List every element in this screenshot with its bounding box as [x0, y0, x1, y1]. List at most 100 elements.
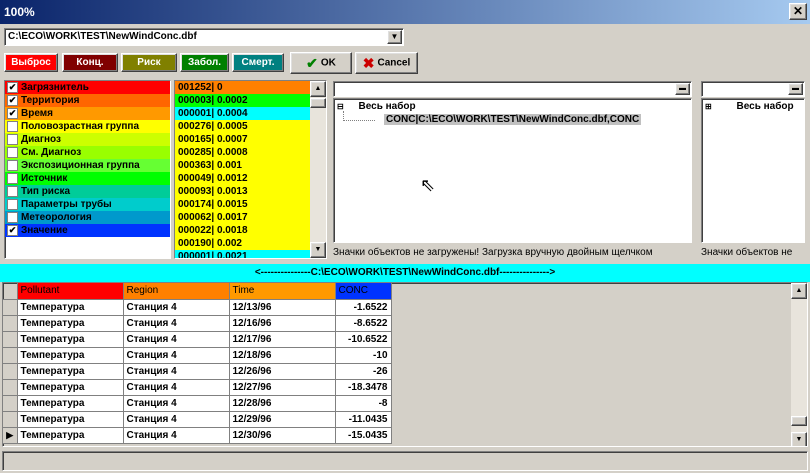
list-item[interactable]: 001252| 0 [175, 81, 311, 94]
list-item[interactable]: 000363| 0.001 [175, 159, 311, 172]
row-indicator[interactable]: ▶ [3, 427, 18, 444]
column-header[interactable]: CONC [335, 283, 392, 300]
table-row[interactable]: Температура Станция 4 12/13/96 -1.6522 [3, 299, 392, 316]
list-item[interactable]: Экспозиционная группа [5, 159, 170, 172]
checkbox[interactable]: ✔ [7, 95, 18, 106]
table-cell[interactable]: Температура [17, 427, 124, 444]
chevron-down-icon[interactable]: ▬ [675, 83, 690, 95]
file-path-combo[interactable]: C:\ECO\WORK\TEST\NewWindConc.dbf ▼ [4, 28, 404, 46]
list-item[interactable]: ✔ Загрязнитель [5, 81, 170, 94]
table-row[interactable]: Температура Станция 4 12/29/96 -11.0435 [3, 411, 392, 428]
list-item[interactable]: Параметры трубы [5, 198, 170, 211]
table-row[interactable]: Температура Станция 4 12/16/96 -8.6522 [3, 315, 392, 332]
scroll-down-icon[interactable]: ▼ [310, 242, 326, 258]
tree-root-node[interactable]: ⊟ Весь набор [337, 101, 416, 112]
table-row[interactable]: Температура Станция 4 12/18/96 -10 [3, 347, 392, 364]
table-row[interactable]: Температура Станция 4 12/27/96 -18.3478 [3, 379, 392, 396]
table-cell[interactable]: Станция 4 [123, 379, 230, 396]
table-cell[interactable]: Температура [17, 347, 124, 364]
tree2-root-node[interactable]: ⊞ Весь набор [705, 101, 794, 112]
table-cell[interactable]: Станция 4 [123, 315, 230, 332]
table-cell[interactable]: -8.6522 [335, 315, 392, 332]
checkbox[interactable] [7, 160, 18, 171]
toolbar-button[interactable]: Смерт. [232, 53, 284, 72]
row-indicator[interactable] [3, 347, 18, 364]
table-cell[interactable]: Температура [17, 299, 124, 316]
table-cell[interactable]: Станция 4 [123, 411, 230, 428]
table-row[interactable]: Температура Станция 4 12/28/96 -8 [3, 395, 392, 412]
checkbox[interactable] [7, 212, 18, 223]
row-indicator[interactable] [3, 395, 18, 412]
list-item[interactable]: Метеорология [5, 211, 170, 224]
chevron-down-icon[interactable]: ▬ [788, 83, 803, 95]
table-cell[interactable]: -26 [335, 363, 392, 380]
table-row[interactable]: Температура Станция 4 12/26/96 -26 [3, 363, 392, 380]
row-indicator[interactable] [3, 299, 18, 316]
grid-scrollbar[interactable]: ▲ ▼ [791, 283, 807, 446]
table-row[interactable]: Температура Станция 4 12/17/96 -10.6522 [3, 331, 392, 348]
collapse-icon[interactable]: ⊟ [337, 102, 344, 111]
table-cell[interactable]: Станция 4 [123, 331, 230, 348]
table-cell[interactable]: 12/26/96 [229, 363, 336, 380]
table-cell[interactable]: 12/28/96 [229, 395, 336, 412]
table-cell[interactable]: Температура [17, 315, 124, 332]
tree2-filter-combo[interactable]: ▬ [701, 81, 805, 97]
cancel-button[interactable]: ✖ Cancel [355, 52, 418, 74]
list-item[interactable]: ✔ Время [5, 107, 170, 120]
column-header[interactable]: Region [123, 283, 230, 300]
table-cell[interactable]: 12/13/96 [229, 299, 336, 316]
table-cell[interactable]: -1.6522 [335, 299, 392, 316]
table-cell[interactable]: Станция 4 [123, 395, 230, 412]
row-indicator[interactable] [3, 331, 18, 348]
tree-view[interactable]: ⊟ Весь набор CONC|C:\ECO\WORK\TEST\NewWi… [333, 98, 692, 243]
list-item[interactable]: Тип риска [5, 185, 170, 198]
scroll-up-icon[interactable]: ▲ [310, 81, 326, 97]
table-cell[interactable]: 12/27/96 [229, 379, 336, 396]
checkbox[interactable]: ✔ [7, 108, 18, 119]
tree2-view[interactable]: ⊞ Весь набор [701, 98, 805, 243]
list-item[interactable]: Источник [5, 172, 170, 185]
table-cell[interactable]: Станция 4 [123, 363, 230, 380]
table-cell[interactable]: -15.0435 [335, 427, 392, 444]
scroll-down-icon[interactable]: ▼ [791, 432, 807, 446]
list-item[interactable]: 000276| 0.0005 [175, 120, 311, 133]
table-cell[interactable]: Температура [17, 379, 124, 396]
list-item[interactable]: 000285| 0.0008 [175, 146, 311, 159]
column-header[interactable]: Pollutant [17, 283, 124, 300]
toolbar-button[interactable]: Забол. [180, 53, 229, 72]
checkbox[interactable]: ✔ [7, 82, 18, 93]
row-indicator[interactable] [3, 411, 18, 428]
checkbox[interactable] [7, 121, 18, 132]
table-cell[interactable]: Температура [17, 395, 124, 412]
list-item[interactable]: 000001| 0.0021 [175, 250, 311, 258]
toolbar-button[interactable]: Конц. [62, 53, 118, 72]
list-item[interactable]: 000003| 0.0002 [175, 94, 311, 107]
toolbar-button[interactable]: Риск [121, 53, 177, 72]
chevron-down-icon[interactable]: ▼ [387, 30, 402, 44]
data-grid[interactable]: Pollutant Region Time CONC Температура Станц… [2, 282, 808, 447]
table-cell[interactable]: 12/30/96 [229, 427, 336, 444]
list-item[interactable]: Половозрастная группа [5, 120, 170, 133]
table-cell[interactable]: -8 [335, 395, 392, 412]
list-item[interactable]: 000165| 0.0007 [175, 133, 311, 146]
table-cell[interactable]: 12/18/96 [229, 347, 336, 364]
field-checklist[interactable]: ✔ Загрязнитель ✔ Территория ✔ Время Половозрас… [4, 80, 171, 259]
table-cell[interactable]: 12/17/96 [229, 331, 336, 348]
scroll-thumb[interactable] [791, 416, 807, 426]
row-indicator[interactable] [3, 315, 18, 332]
table-cell[interactable]: -10 [335, 347, 392, 364]
list-item[interactable]: 000049| 0.0012 [175, 172, 311, 185]
scroll-thumb[interactable] [310, 98, 326, 108]
value-list-scrollbar[interactable]: ▲ ▼ [310, 81, 326, 258]
list-item[interactable]: 000190| 0.002 [175, 237, 311, 250]
table-cell[interactable]: Станция 4 [123, 427, 230, 444]
table-row[interactable]: ▶ Температура Станция 4 12/30/96 -15.0435 [3, 427, 392, 444]
ok-button[interactable]: ✔ OK [290, 52, 352, 74]
list-item[interactable]: 000062| 0.0017 [175, 211, 311, 224]
toolbar-button[interactable]: Выброс [4, 53, 58, 72]
list-item[interactable]: См. Диагноз [5, 146, 170, 159]
list-item[interactable]: 000174| 0.0015 [175, 198, 311, 211]
table-cell[interactable]: -10.6522 [335, 331, 392, 348]
table-cell[interactable]: Температура [17, 331, 124, 348]
tree-filter-combo[interactable]: ▬ [333, 81, 692, 97]
